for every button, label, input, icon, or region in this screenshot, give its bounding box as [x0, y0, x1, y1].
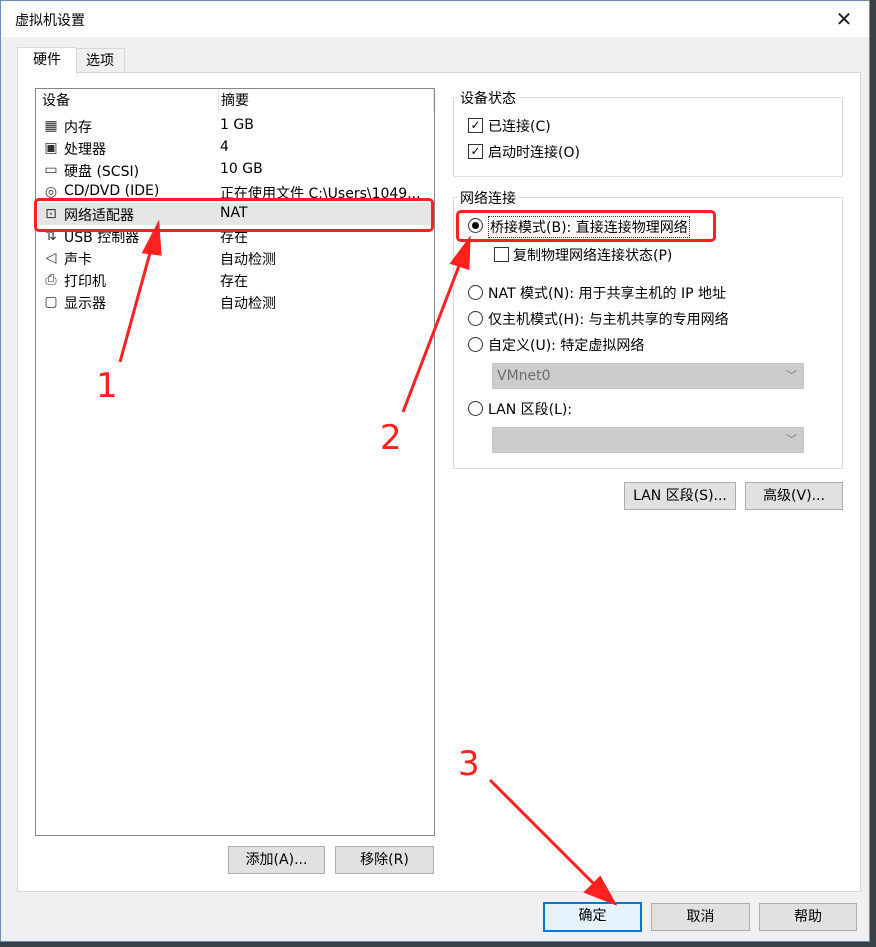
device-name: CD/DVD (IDE): [64, 183, 160, 199]
device-name: 处理器: [64, 142, 106, 158]
device-status-title: 设备状态: [457, 88, 519, 108]
device-row-memory[interactable]: ▦ 内存 1 GB: [38, 115, 432, 137]
annotation-number-1: 1: [96, 366, 118, 406]
display-icon: ▢: [44, 294, 58, 310]
chevron-down-icon: ﹀: [786, 369, 797, 382]
connected-label[interactable]: 已连接(C): [488, 116, 551, 136]
custom-network-value: VMnet0: [497, 368, 551, 384]
device-summary: 4: [220, 139, 229, 155]
annotation-number-3: 3: [458, 744, 480, 784]
memory-icon: ▦: [44, 118, 58, 134]
device-name: 声卡: [64, 252, 92, 268]
summary-column-header[interactable]: 摘要: [219, 89, 434, 113]
connect-at-power-on-label[interactable]: 启动时连接(O): [488, 142, 580, 162]
lan-segment-label[interactable]: LAN 区段(L):: [488, 399, 572, 419]
host-only-radio[interactable]: [468, 311, 483, 326]
nat-label[interactable]: NAT 模式(N): 用于共享主机的 IP 地址: [488, 283, 726, 303]
device-summary: 自动检测: [220, 252, 276, 268]
remove-device-button[interactable]: 移除(R): [335, 846, 434, 874]
device-row-hard-disk[interactable]: ▭ 硬盘 (SCSI) 10 GB: [38, 159, 432, 181]
window-title: 虚拟机设置: [15, 13, 85, 29]
custom-network-select[interactable]: VMnet0 ﹀: [492, 363, 804, 389]
cancel-button[interactable]: 取消: [651, 903, 750, 931]
device-row-printer[interactable]: ⎙ 打印机 存在: [38, 269, 432, 291]
advanced-button[interactable]: 高级(V)...: [745, 482, 843, 510]
add-device-button[interactable]: 添加(A)...: [228, 846, 325, 874]
close-icon[interactable]: ✕: [829, 5, 859, 33]
device-status-group: [453, 97, 843, 177]
custom-radio[interactable]: [468, 337, 483, 352]
replicate-state-checkbox[interactable]: [494, 247, 509, 262]
lan-segment-select[interactable]: ﹀: [492, 427, 804, 453]
connected-checkbox[interactable]: ✓: [468, 118, 483, 133]
lan-segments-button[interactable]: LAN 区段(S)...: [624, 482, 736, 510]
device-name: 打印机: [64, 274, 106, 290]
device-summary: 存在: [220, 274, 248, 290]
hard-disk-icon: ▭: [44, 162, 58, 178]
processor-icon: ▣: [44, 140, 58, 156]
tab-hardware[interactable]: 硬件: [17, 47, 77, 74]
nat-radio[interactable]: [468, 285, 483, 300]
printer-icon: ⎙: [45, 272, 57, 288]
device-row-display[interactable]: ▢ 显示器 自动检测: [38, 291, 432, 313]
device-name: 硬盘 (SCSI): [64, 164, 140, 180]
annotation-number-2: 2: [380, 418, 402, 458]
sound-card-icon: ◁: [45, 250, 57, 266]
vm-settings-dialog: 虚拟机设置 ✕ 硬件 选项 设备 摘要 ▦ 内存 1 GB ▣ 处理器 4 ▭ …: [0, 0, 870, 942]
device-name: 内存: [64, 120, 92, 136]
replicate-state-label[interactable]: 复制物理网络连接状态(P): [513, 245, 672, 265]
network-connection-title: 网络连接: [457, 188, 519, 208]
tab-options[interactable]: 选项: [75, 48, 125, 74]
chevron-down-icon: ﹀: [786, 433, 797, 446]
ok-button[interactable]: 确定: [543, 902, 642, 932]
device-summary: 10 GB: [220, 161, 263, 177]
lan-segment-radio[interactable]: [468, 401, 483, 416]
annotation-box-network-adapter: [34, 198, 434, 232]
device-column-header[interactable]: 设备: [36, 89, 219, 113]
device-row-processor[interactable]: ▣ 处理器 4: [38, 137, 432, 159]
custom-label[interactable]: 自定义(U): 特定虚拟网络: [488, 335, 644, 355]
help-button[interactable]: 帮助: [759, 903, 857, 931]
host-only-label[interactable]: 仅主机模式(H): 与主机共享的专用网络: [488, 309, 729, 329]
device-name: 显示器: [64, 296, 106, 312]
annotation-box-bridged: [456, 210, 716, 242]
title-bar: 虚拟机设置 ✕: [1, 1, 869, 37]
connect-at-power-on-checkbox[interactable]: ✓: [468, 144, 483, 159]
device-row-sound-card[interactable]: ◁ 声卡 自动检测: [38, 247, 432, 269]
device-summary: 1 GB: [220, 117, 254, 133]
device-summary: 自动检测: [220, 296, 276, 312]
